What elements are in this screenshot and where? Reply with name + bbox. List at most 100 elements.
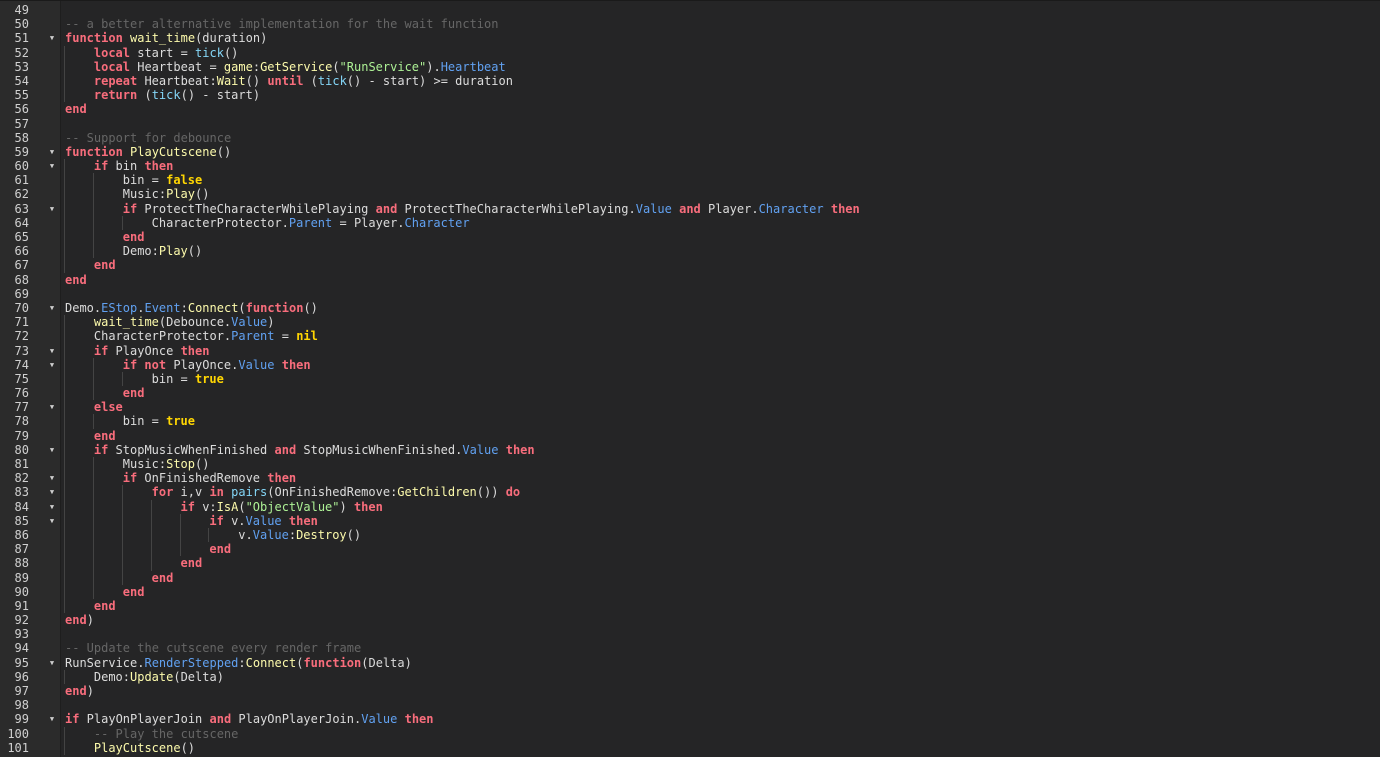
code-line[interactable]: 60 ▼ if bin then (0, 159, 1380, 174)
fold-arrow-icon[interactable]: ▼ (48, 500, 56, 514)
line-number: 56 (14, 102, 29, 117)
fold-arrow-icon[interactable]: ▼ (48, 159, 56, 173)
code-token: end (65, 102, 87, 117)
code-line[interactable]: 57 (0, 117, 1380, 131)
code-line[interactable]: 64 CharacterProtector.Parent = Player.Cha… (0, 215, 1380, 230)
code-line[interactable]: 56 end (0, 102, 1380, 116)
code-line[interactable]: 61 bin = false (0, 173, 1380, 188)
code-line[interactable]: 77 ▼ else (0, 400, 1380, 415)
code-line[interactable]: 92 end) (0, 613, 1380, 627)
code-line[interactable]: 71 wait_time(Debounce.Value) (0, 315, 1380, 330)
fold-arrow-icon[interactable]: ▼ (48, 712, 56, 726)
code-line[interactable]: 59 ▼ function PlayCutscene() (0, 145, 1380, 159)
fold-arrow-icon[interactable]: ▼ (48, 485, 56, 499)
code-line[interactable]: 75 bin = true (0, 371, 1380, 387)
code-line[interactable]: 91 end (0, 598, 1380, 614)
code-line[interactable]: 76 end (0, 386, 1380, 401)
code-line[interactable]: 62 Music:Play() (0, 187, 1380, 202)
indent-guide (64, 740, 65, 755)
code-token: local (93, 45, 130, 60)
indent-guide (64, 400, 65, 415)
fold-arrow-icon[interactable]: ▼ (48, 31, 56, 45)
code-line[interactable]: 79 end (0, 428, 1380, 443)
code-line[interactable]: 96 Demo:Update(Delta) (0, 669, 1380, 684)
code-line[interactable]: 98 (0, 698, 1380, 712)
code-text: end (94, 599, 116, 613)
fold-arrow-icon[interactable]: ▼ (48, 301, 56, 315)
code-line[interactable]: 101 PlayCutscene() (0, 740, 1380, 755)
code-line[interactable]: 70 ▼ Demo.EStop.Event:Connect(function() (0, 301, 1380, 315)
code-line[interactable]: 93 (0, 627, 1380, 641)
code-line[interactable]: 87 end (0, 542, 1380, 557)
code-line[interactable]: 78 bin = true (0, 414, 1380, 429)
indent-guide (64, 258, 65, 273)
fold-arrow-icon[interactable]: ▼ (48, 400, 56, 414)
code-text: bin = false (123, 173, 202, 187)
code-line[interactable]: 52 local start = tick() (0, 45, 1380, 60)
code-line[interactable]: 95 ▼ RunService.RenderStepped:Connect(func… (0, 656, 1380, 670)
code-line[interactable]: 58 -- Support for debounce (0, 131, 1380, 145)
code-line[interactable]: 82 ▼ if OnFinishedRemove then (0, 471, 1380, 486)
line-number: 57 (14, 116, 29, 131)
code-token: Value (462, 442, 499, 457)
code-line[interactable]: 80 ▼ if StopMusicWhenFinished and StopMusi… (0, 442, 1380, 457)
code-line[interactable]: 49 (0, 3, 1380, 17)
code-line[interactable]: 69 (0, 287, 1380, 301)
code-line[interactable]: 72 CharacterProtector.Parent = nil (0, 329, 1380, 344)
code-token: OnFinishedRemove (137, 471, 268, 486)
code-line[interactable]: 88 end (0, 556, 1380, 571)
code-line[interactable]: 83 ▼ for i,v in pairs(OnFinishedRemove:Get… (0, 485, 1380, 500)
code-line[interactable]: 66 Demo:Play() (0, 244, 1380, 259)
code-line[interactable]: 55 return (tick() - start) (0, 88, 1380, 103)
code-line[interactable]: 73 ▼ if PlayOnce then (0, 343, 1380, 358)
code-token: () (187, 244, 203, 259)
line-number: 86 (14, 527, 29, 542)
code-line[interactable]: 67 end (0, 258, 1380, 273)
fold-arrow-icon[interactable]: ▼ (48, 344, 56, 358)
code-token: then (288, 513, 318, 528)
line-number: 70 (14, 300, 29, 315)
code-token: Demo. (65, 300, 102, 315)
code-token: StopMusicWhenFinished (108, 442, 275, 457)
code-line[interactable]: 86 v.Value:Destroy() (0, 527, 1380, 543)
code-line[interactable]: 89 end (0, 570, 1380, 585)
code-line[interactable]: 90 end (0, 584, 1380, 599)
code-line[interactable]: 54 repeat Heartbeat:Wait() until (tick() … (0, 73, 1380, 89)
code-token: IsA (216, 499, 239, 514)
line-number: 72 (14, 329, 29, 344)
fold-arrow-icon[interactable]: ▼ (48, 514, 56, 528)
line-number: 55 (14, 88, 29, 103)
code-token: Value (252, 527, 289, 542)
code-token: start = (130, 45, 196, 60)
code-line[interactable]: 81 Music:Stop() (0, 457, 1380, 472)
code-line[interactable]: 97 end) (0, 684, 1380, 698)
code-line[interactable]: 94 -- Update the cutscene every render fr… (0, 641, 1380, 655)
code-line[interactable]: 51 ▼ function wait_time(duration) (0, 31, 1380, 45)
fold-arrow-icon[interactable]: ▼ (48, 145, 56, 159)
indent-guide (64, 343, 65, 358)
fold-arrow-icon[interactable]: ▼ (48, 202, 56, 216)
code-editor[interactable]: 49 50 -- a better alternative implementati… (0, 0, 1380, 757)
code-text: end (123, 585, 145, 599)
code-line[interactable]: 74 ▼ if not PlayOnce.Value then (0, 357, 1380, 372)
fold-arrow-icon[interactable]: ▼ (48, 443, 56, 457)
code-line[interactable]: 100 -- Play the cutscene (0, 726, 1380, 741)
code-line[interactable]: 68 end (0, 273, 1380, 287)
fold-arrow-icon[interactable]: ▼ (48, 471, 56, 485)
code-token: StopMusicWhenFinished. (296, 442, 463, 457)
code-line[interactable]: 85 ▼ if v.Value then (0, 513, 1380, 528)
code-text: Demo:Play() (123, 244, 202, 258)
code-line[interactable]: 63 ▼ if ProtectTheCharacterWhilePlaying an… (0, 201, 1380, 216)
code-token: true (194, 371, 224, 386)
indent-guide (121, 371, 123, 387)
fold-arrow-icon[interactable]: ▼ (48, 656, 56, 670)
code-text: else (94, 400, 123, 414)
code-line[interactable]: 65 end (0, 230, 1380, 245)
code-line[interactable]: 84 ▼ if v:IsA("ObjectValue") then (0, 499, 1380, 514)
code-line[interactable]: 99 ▼ if PlayOnPlayerJoin and PlayOnPlayerJ… (0, 712, 1380, 726)
code-line[interactable]: 53 local Heartbeat = game:GetService("Run… (0, 59, 1380, 74)
fold-arrow-icon[interactable]: ▼ (48, 358, 56, 372)
code-line[interactable]: 50 -- a better alternative implementation… (0, 17, 1380, 31)
code-lines[interactable]: 49 50 -- a better alternative implementati… (0, 3, 1380, 755)
